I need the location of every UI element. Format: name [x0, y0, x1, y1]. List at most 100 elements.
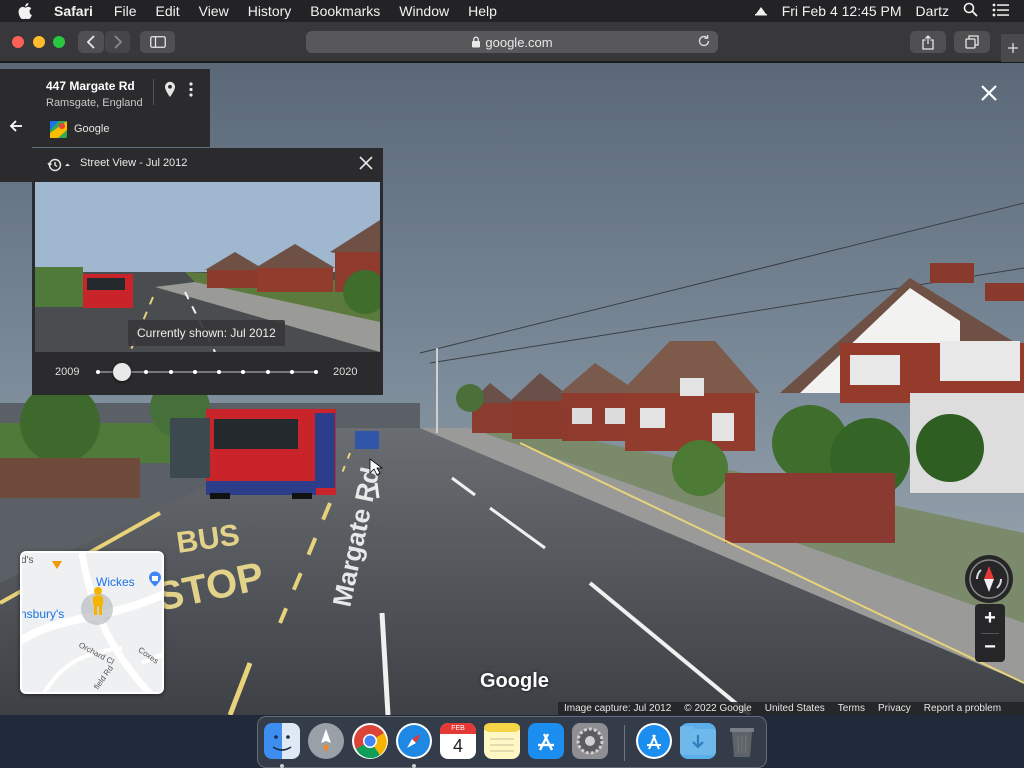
menu-bar: Safari File Edit View History Bookmarks …	[0, 0, 1024, 22]
chrome-icon[interactable]	[352, 723, 388, 759]
dock-separator	[624, 725, 625, 761]
close-history-icon[interactable]	[359, 156, 373, 175]
year-end-label: 2020	[333, 366, 358, 378]
reload-icon[interactable]	[697, 34, 711, 51]
close-street-view-icon[interactable]	[978, 82, 1000, 109]
place-title: 447 Margate Rd	[46, 79, 135, 93]
system-preferences-icon[interactable]	[572, 723, 608, 759]
history-icon[interactable]	[46, 157, 74, 178]
status-area: Fri Feb 4 12:45 PM Dartz	[754, 0, 1024, 22]
finder-running-dot	[280, 764, 284, 768]
tabs-overview-button[interactable]	[954, 31, 990, 53]
back-to-map-button[interactable]	[0, 69, 32, 182]
shopping-marker-icon	[149, 571, 161, 587]
provider-name: Google	[74, 123, 110, 135]
attribution-footer: Image capture: Jul 2012 © 2022 Google Un…	[558, 702, 1024, 715]
forward-button[interactable]	[105, 31, 130, 53]
tabs-icon	[965, 35, 979, 49]
time-slider-knob[interactable]	[113, 363, 132, 381]
safari-running-dot	[412, 764, 416, 768]
compass-icon[interactable]	[965, 555, 1013, 603]
downloads-folder-icon[interactable]	[680, 723, 716, 759]
time-slider-tick[interactable]	[217, 370, 222, 374]
airplay-icon[interactable]	[754, 3, 768, 19]
sidebar-button[interactable]	[140, 31, 175, 53]
report-problem-link[interactable]: Report a problem	[924, 703, 1001, 714]
time-slider-tick[interactable]	[192, 370, 197, 374]
menu-help[interactable]: Help	[468, 3, 497, 19]
lock-icon	[472, 36, 481, 48]
launchpad-icon[interactable]	[308, 723, 344, 759]
more-icon[interactable]	[188, 81, 194, 103]
calendar-day: 4	[452, 736, 463, 756]
street-view-history-panel: Street View - Jul 2012 Currently shown: …	[32, 148, 383, 395]
copyright-text: © 2022 Google	[684, 703, 752, 714]
url-text: google.com	[485, 34, 553, 50]
address-card: 447 Margate Rd Ramsgate, England Google	[32, 69, 210, 147]
zoom-out-button[interactable]: −	[975, 633, 1005, 662]
mini-map[interactable]: d's Wickes nsbury's Orchard Cl Coxes fie…	[20, 551, 164, 694]
arrow-left-icon	[9, 119, 22, 132]
finder-icon[interactable]	[264, 723, 300, 759]
zoom-controls: + −	[975, 604, 1005, 662]
pin-icon[interactable]	[164, 81, 176, 103]
history-title: Street View - Jul 2012	[80, 157, 188, 169]
time-slider-tick[interactable]	[265, 370, 270, 374]
share-icon	[922, 34, 934, 50]
clock[interactable]: Fri Feb 4 12:45 PM	[782, 3, 902, 19]
search-icon[interactable]	[963, 2, 978, 20]
bus	[206, 409, 336, 499]
dock: FEB 4	[257, 716, 767, 768]
card-divider	[153, 79, 154, 105]
time-slider-tick[interactable]	[96, 370, 100, 374]
trash-icon[interactable]	[724, 723, 760, 759]
image-capture-date: Image capture: Jul 2012	[564, 703, 672, 714]
terms-link[interactable]: Terms	[838, 703, 865, 714]
zoom-separator	[981, 633, 999, 634]
time-slider-tick[interactable]	[241, 370, 246, 374]
time-slider-tick[interactable]	[289, 370, 294, 374]
google-maps-logo-icon	[50, 121, 67, 143]
user-name[interactable]: Dartz	[916, 3, 949, 19]
car	[355, 431, 379, 449]
minimap-label-sainsburys: nsbury's	[20, 607, 65, 621]
menu-app-name[interactable]: Safari	[54, 3, 93, 19]
safari-icon[interactable]	[396, 723, 432, 759]
year-start-label: 2009	[55, 366, 80, 378]
back-icon	[86, 35, 95, 49]
google-watermark: Google	[480, 670, 549, 692]
minimize-window-button[interactable]	[33, 36, 45, 48]
forward-icon	[113, 35, 122, 49]
privacy-link[interactable]: Privacy	[878, 703, 911, 714]
region-link[interactable]: United States	[765, 703, 825, 714]
control-center-icon[interactable]	[992, 3, 1010, 20]
time-slider-tick[interactable]	[168, 370, 173, 374]
pegman-icon[interactable]	[87, 586, 109, 618]
menu-file[interactable]: File	[114, 3, 137, 19]
app-store-download-icon[interactable]	[636, 723, 672, 759]
restaurant-marker-icon	[52, 561, 62, 569]
menu-view[interactable]: View	[199, 3, 229, 19]
place-subtitle: Ramsgate, England	[46, 97, 143, 109]
new-tab-icon	[1007, 43, 1018, 53]
notes-icon[interactable]	[484, 723, 520, 759]
close-window-button[interactable]	[12, 36, 24, 48]
time-slider-tick[interactable]	[314, 370, 318, 374]
zoom-window-button[interactable]	[53, 36, 65, 48]
menu-edit[interactable]: Edit	[155, 3, 179, 19]
share-button[interactable]	[910, 31, 946, 53]
menu-history[interactable]: History	[248, 3, 292, 19]
new-tab-button[interactable]	[1001, 34, 1024, 62]
app-store-icon[interactable]	[528, 723, 564, 759]
address-bar[interactable]: google.com	[306, 31, 718, 53]
apple-icon[interactable]	[18, 3, 38, 19]
calendar-month: FEB	[440, 723, 476, 734]
menu-bookmarks[interactable]: Bookmarks	[310, 3, 380, 19]
time-slider-tick[interactable]	[144, 370, 149, 374]
calendar-icon[interactable]: FEB 4	[440, 723, 476, 759]
zoom-in-button[interactable]: +	[975, 604, 1005, 633]
sidebar-icon	[149, 36, 166, 48]
menu-window[interactable]: Window	[399, 3, 449, 19]
back-button[interactable]	[78, 31, 104, 53]
minimap-label-6: d's	[21, 555, 34, 566]
